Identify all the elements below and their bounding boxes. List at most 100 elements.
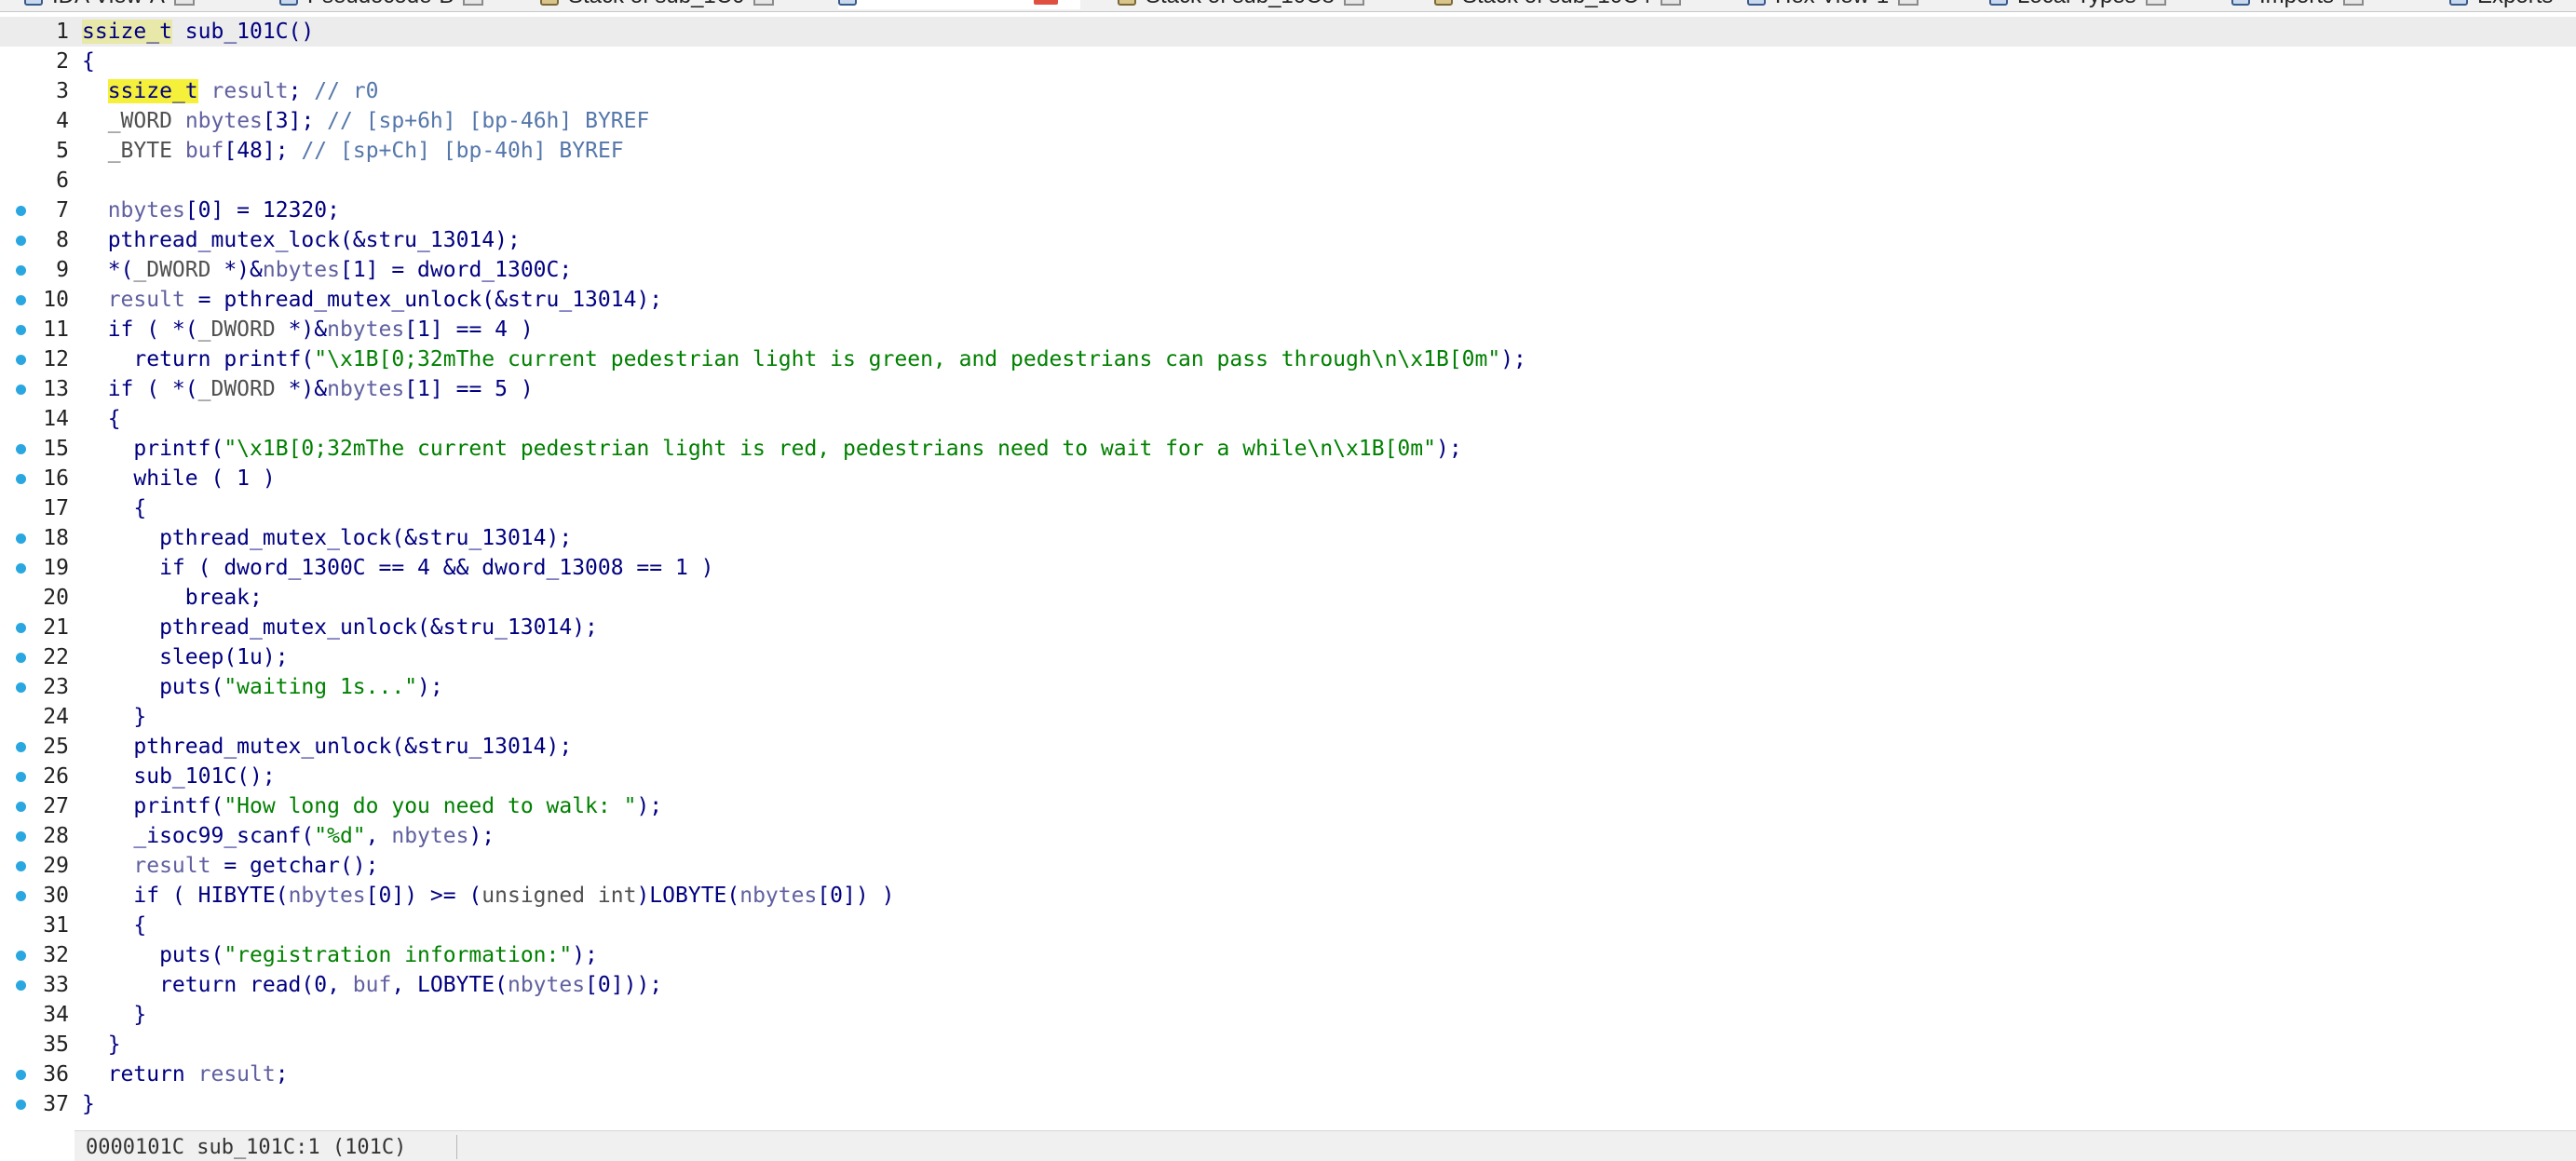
code-line[interactable]: 27 printf("How long do you need to walk:… [0, 791, 2576, 821]
breakpoint-dot-icon[interactable] [16, 563, 26, 574]
close-icon[interactable] [753, 0, 775, 6]
code-line[interactable]: 6 [0, 166, 2576, 196]
breakpoint-dot-icon[interactable] [16, 325, 26, 335]
tab-ida-view[interactable]: IDA View-A [24, 0, 195, 9]
code-text[interactable]: break; [82, 583, 263, 613]
breakpoint-dot-icon[interactable] [16, 623, 26, 633]
code-line[interactable]: 15 printf("\x1B[0;32mThe current pedestr… [0, 434, 2576, 464]
close-icon[interactable] [1343, 0, 1364, 6]
code-line[interactable]: 35 } [0, 1030, 2576, 1060]
tab-imports[interactable]: Imports [2231, 0, 2365, 9]
code-line[interactable]: 2{ [0, 47, 2576, 76]
breakpoint-dot-icon[interactable] [16, 802, 26, 812]
code-text[interactable]: { [82, 493, 146, 523]
code-text[interactable]: printf("How long do you need to walk: ")… [82, 791, 662, 821]
code-text[interactable]: _isoc99_scanf("%d", nbytes); [82, 821, 495, 851]
code-text[interactable]: _BYTE buf[48]; // [sp+Ch] [bp-40h] BYREF [82, 136, 624, 166]
code-line[interactable]: 17 { [0, 493, 2576, 523]
code-line[interactable]: 33 return read(0, buf, LOBYTE(nbytes[0])… [0, 970, 2576, 1000]
breakpoint-dot-icon[interactable] [16, 861, 26, 871]
code-text[interactable]: if ( dword_1300C == 4 && dword_13008 == … [82, 553, 713, 583]
breakpoint-dot-icon[interactable] [16, 1070, 26, 1080]
code-text[interactable]: } [82, 702, 146, 732]
breakpoint-dot-icon[interactable] [16, 265, 26, 276]
breakpoint-dot-icon[interactable] [16, 1100, 26, 1110]
breakpoint-dot-icon[interactable] [16, 682, 26, 693]
code-line[interactable]: 34 } [0, 1000, 2576, 1030]
code-text[interactable]: result = getchar(); [82, 851, 378, 881]
code-text[interactable]: return printf("\x1B[0;32mThe current ped… [82, 344, 1526, 374]
code-line[interactable]: 11 if ( *(_DWORD *)&nbytes[1] == 4 ) [0, 315, 2576, 344]
code-line[interactable]: 10 result = pthread_mutex_unlock(&stru_1… [0, 285, 2576, 315]
code-line[interactable]: 22 sleep(1u); [0, 642, 2576, 672]
breakpoint-dot-icon[interactable] [16, 533, 26, 544]
tab-local-types[interactable]: Local Types [1989, 0, 2166, 9]
code-text[interactable]: printf("\x1B[0;32mThe current pedestrian… [82, 434, 1461, 464]
breakpoint-dot-icon[interactable] [16, 385, 26, 395]
code-line[interactable]: 14 { [0, 404, 2576, 434]
close-icon[interactable] [1660, 0, 1681, 6]
code-line[interactable]: 9 *(_DWORD *)&nbytes[1] = dword_1300C; [0, 255, 2576, 285]
breakpoint-dot-icon[interactable] [16, 355, 26, 365]
code-line[interactable]: 20 break; [0, 583, 2576, 613]
breakpoint-dot-icon[interactable] [16, 236, 26, 246]
code-text[interactable]: *(_DWORD *)&nbytes[1] = dword_1300C; [82, 255, 573, 285]
code-text[interactable]: ssize_t sub_101C() [82, 17, 314, 47]
code-line[interactable]: 31 { [0, 911, 2576, 940]
close-icon[interactable] [2145, 0, 2166, 6]
code-text[interactable]: } [82, 1030, 121, 1060]
code-line[interactable]: 3 ssize_t result; // r0 [0, 76, 2576, 106]
code-text[interactable]: sub_101C(); [82, 762, 275, 791]
code-text[interactable]: result = pthread_mutex_unlock(&stru_1301… [82, 285, 662, 315]
tab-pseudocode-active[interactable] [838, 0, 1080, 9]
breakpoint-dot-icon[interactable] [16, 951, 26, 961]
code-text[interactable]: } [82, 1089, 95, 1119]
code-line[interactable]: 29 result = getchar(); [0, 851, 2576, 881]
code-text[interactable]: puts("registration information:"); [82, 940, 598, 970]
code-text[interactable]: return read(0, buf, LOBYTE(nbytes[0])); [82, 970, 662, 1000]
code-text[interactable]: nbytes[0] = 12320; [82, 196, 340, 225]
code-text[interactable]: return result; [82, 1060, 289, 1089]
code-text[interactable]: _WORD nbytes[3]; // [sp+6h] [bp-46h] BYR… [82, 106, 650, 136]
code-text[interactable]: { [82, 404, 121, 434]
code-line[interactable]: 19 if ( dword_1300C == 4 && dword_13008 … [0, 553, 2576, 583]
code-text[interactable]: while ( 1 ) [82, 464, 275, 493]
code-line[interactable]: 7 nbytes[0] = 12320; [0, 196, 2576, 225]
code-text[interactable]: if ( *(_DWORD *)&nbytes[1] == 4 ) [82, 315, 534, 344]
breakpoint-dot-icon[interactable] [16, 831, 26, 842]
code-text[interactable]: { [82, 911, 146, 940]
code-line[interactable]: 5 _BYTE buf[48]; // [sp+Ch] [bp-40h] BYR… [0, 136, 2576, 166]
pseudocode-editor[interactable]: 1 ssize_t sub_101C() 2{3 ssize_t result; /… [0, 17, 2576, 1134]
code-line[interactable]: 28 _isoc99_scanf("%d", nbytes); [0, 821, 2576, 851]
code-line[interactable]: 32 puts("registration information:"); [0, 940, 2576, 970]
close-icon[interactable] [2343, 0, 2365, 6]
tab-stack-sub-1c0[interactable]: Stack of sub_1C0 [540, 0, 775, 9]
code-text[interactable]: sleep(1u); [82, 642, 288, 672]
code-text[interactable]: { [82, 47, 95, 76]
code-line[interactable]: 16 while ( 1 ) [0, 464, 2576, 493]
breakpoint-dot-icon[interactable] [16, 295, 26, 305]
code-line[interactable]: 36 return result; [0, 1060, 2576, 1089]
tab-exports[interactable]: Exports [2449, 0, 2553, 9]
code-line[interactable]: 23 puts("waiting 1s..."); [0, 672, 2576, 702]
code-line[interactable]: 1 ssize_t sub_101C() [0, 17, 2576, 47]
close-icon[interactable] [173, 0, 195, 6]
code-line[interactable]: 37} [0, 1089, 2576, 1119]
code-text[interactable]: ssize_t result; // r0 [82, 76, 379, 106]
breakpoint-dot-icon[interactable] [16, 980, 26, 991]
code-line[interactable]: 24 } [0, 702, 2576, 732]
tab-stack-sub-10c4[interactable]: Stack of sub_10C4 [1434, 0, 1681, 9]
breakpoint-dot-icon[interactable] [16, 772, 26, 782]
code-line[interactable]: 13 if ( *(_DWORD *)&nbytes[1] == 5 ) [0, 374, 2576, 404]
code-line[interactable]: 26 sub_101C(); [0, 762, 2576, 791]
code-text[interactable]: puts("waiting 1s..."); [82, 672, 443, 702]
close-icon[interactable] [1898, 0, 1919, 6]
close-icon[interactable] [463, 0, 484, 6]
code-line[interactable]: 18 pthread_mutex_lock(&stru_13014); [0, 523, 2576, 553]
code-line[interactable]: 8 pthread_mutex_lock(&stru_13014); [0, 225, 2576, 255]
tab-stack-sub-10c8[interactable]: Stack of sub_10C8 [1118, 0, 1364, 9]
breakpoint-dot-icon[interactable] [16, 474, 26, 484]
code-line[interactable]: 21 pthread_mutex_unlock(&stru_13014); [0, 613, 2576, 642]
code-line[interactable]: 12 return printf("\x1B[0;32mThe current … [0, 344, 2576, 374]
code-text[interactable]: pthread_mutex_lock(&stru_13014); [82, 523, 572, 553]
